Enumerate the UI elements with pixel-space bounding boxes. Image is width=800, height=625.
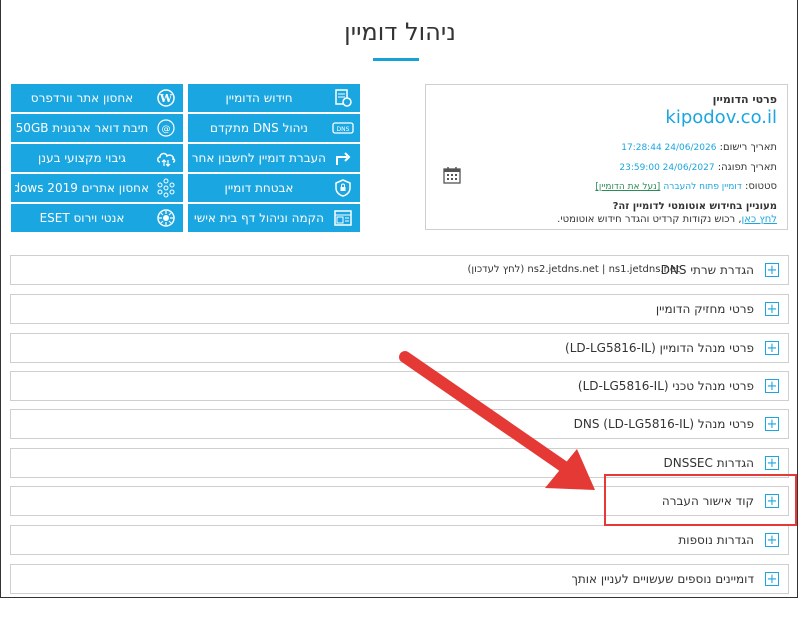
page-title: ניהול דומיין	[344, 18, 456, 46]
shield-lock-icon	[332, 177, 354, 199]
title-underline	[373, 58, 419, 61]
auto-renew-question: מעוניין בחידוש אוטומטי לדומיין זה?	[612, 201, 777, 212]
panel-suggested-domains[interactable]: + דומיינים נוספים שעשויים לעניין אותך	[10, 564, 789, 594]
transfer-arrow-icon	[332, 147, 354, 169]
domain-details-label: פרטי הדומיין	[712, 93, 777, 106]
lock-domain-link[interactable]: [נעל את הדומיין]	[595, 182, 660, 192]
advanced-dns-button[interactable]: DNS ניהול DNS מתקדם	[188, 114, 360, 142]
expand-plus-icon[interactable]: +	[765, 417, 779, 431]
dns-servers-summary[interactable]: ns2.jetdns.net | ns1.jetdns.net (לחץ לעד…	[468, 256, 681, 284]
expand-plus-icon[interactable]: +	[765, 341, 779, 355]
panel-dns-servers[interactable]: + הגדרת שרתי DNS ns2.jetdns.net | ns1.je…	[10, 255, 789, 285]
svg-text:W: W	[159, 92, 173, 105]
antivirus-icon	[155, 207, 177, 229]
expand-plus-icon[interactable]: +	[765, 302, 779, 316]
email-at-icon: @	[155, 117, 177, 139]
renew-domain-button[interactable]: חידוש הדומיין	[188, 84, 360, 112]
homepage-setup-button[interactable]: הקמה וניהול דף בית אישי	[188, 204, 360, 232]
auto-renew-link[interactable]: לחץ כאן	[742, 214, 778, 225]
registration-date: 24/06/2026 17:28:44	[621, 143, 717, 153]
transfer-domain-button[interactable]: העברת דומיין לחשבון אחר	[188, 144, 360, 172]
renew-document-icon	[332, 87, 354, 109]
status-value: דומיין פתוח להעברה	[663, 182, 742, 192]
wordpress-icon: W	[155, 87, 177, 109]
domain-name: kipodov.co.il	[665, 107, 777, 128]
red-arrow-annotation	[395, 345, 605, 504]
registration-date-row: תאריך רישום: 24/06/2026 17:28:44	[621, 142, 777, 153]
domain-details-card: פרטי הדומיין kipodov.co.il תאריך רישום: …	[425, 84, 788, 230]
expand-plus-icon[interactable]: +	[765, 379, 779, 393]
windows-hosting-icon	[155, 177, 177, 199]
transfer-code-highlight	[604, 474, 797, 526]
business-email-button[interactable]: @ תיבת דואר ארגונית 50GB	[11, 114, 183, 142]
status-row: סטטוס: דומיין פתוח להעברה [נעל את הדומיי…	[595, 181, 777, 192]
homepage-icon	[332, 207, 354, 229]
svg-text:@: @	[162, 125, 171, 135]
panel-domain-holder[interactable]: + פרטי מחזיק הדומיין	[10, 294, 789, 324]
svg-text:DNS: DNS	[337, 126, 350, 133]
dns-icon: DNS	[332, 117, 354, 139]
expand-plus-icon[interactable]: +	[765, 533, 779, 547]
expiry-date: 24/06/2027 23:59:00	[619, 163, 715, 173]
domain-security-button[interactable]: אבטחת דומיין	[188, 174, 360, 202]
eset-antivirus-button[interactable]: אנטי וירוס ESET	[11, 204, 183, 232]
wordpress-hosting-button[interactable]: W אחסון אתר וורדפרס	[11, 84, 183, 112]
panel-additional-settings[interactable]: + הגדרות נוספות	[10, 525, 789, 555]
cloud-backup-icon	[155, 147, 177, 169]
expand-plus-icon[interactable]: +	[765, 456, 779, 470]
expand-plus-icon[interactable]: +	[765, 572, 779, 586]
windows-hosting-button[interactable]: אחסון אתרים Windows 2019	[11, 174, 183, 202]
calendar-icon	[442, 165, 462, 185]
expiry-date-row: תאריך תפוגה: 24/06/2027 23:59:00	[619, 162, 777, 173]
auto-renew-row: לחץ כאן, רכוש נקודות קרדיט והגדר חידוש א…	[557, 214, 777, 225]
expand-plus-icon[interactable]: +	[765, 263, 779, 277]
cloud-backup-button[interactable]: גיבוי מקצועי בענן	[11, 144, 183, 172]
